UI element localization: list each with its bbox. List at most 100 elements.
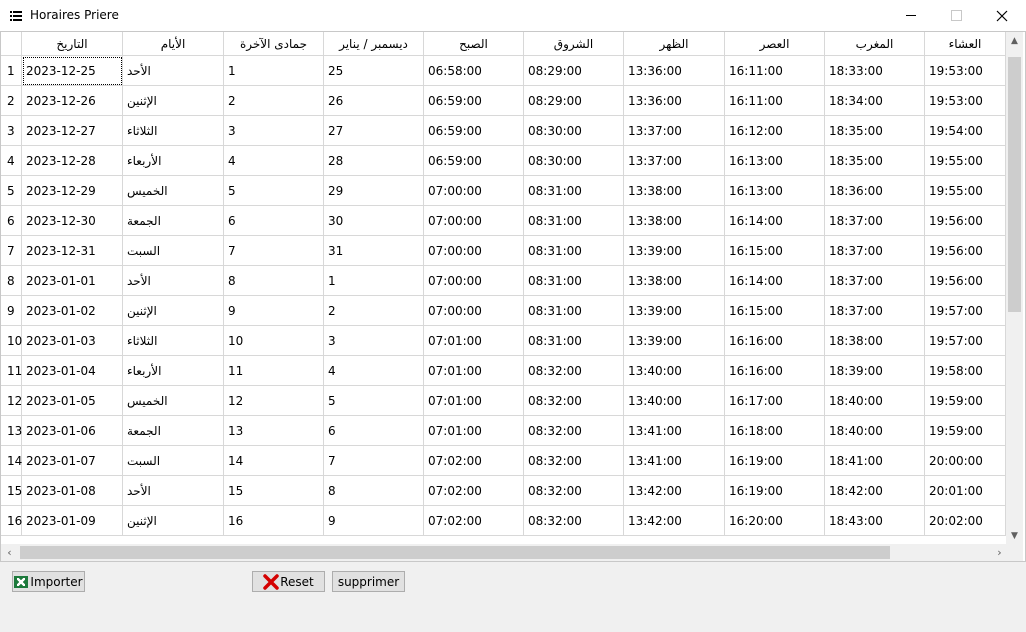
table-row[interactable]: 15 2023-01-08 الأحد 15 8 07:02:00 08:32:00 13:4…	[1, 476, 1006, 506]
table-cell[interactable]: 19:59:00	[925, 386, 1006, 416]
column-header[interactable]: الصبح	[424, 32, 524, 56]
table-cell[interactable]: 07:01:00	[424, 326, 524, 356]
table-row[interactable]: 13 2023-01-06 الجمعة 13 6 07:01:00 08:32:00 13:…	[1, 416, 1006, 446]
table-cell[interactable]: 19:56:00	[925, 266, 1006, 296]
table-cell[interactable]: 08:32:00	[524, 416, 624, 446]
column-header[interactable]: الأيام	[123, 32, 224, 56]
table-cell[interactable]: الأحد	[123, 56, 224, 86]
table-cell[interactable]: 18:40:00	[825, 386, 925, 416]
scroll-down-icon[interactable]: ▼	[1006, 527, 1023, 544]
table-row[interactable]: 4 2023-12-28 الأربعاء 4 28 06:59:00 08:30:00 13…	[1, 146, 1006, 176]
table-cell[interactable]: 2023-01-05	[22, 386, 123, 416]
table-cell[interactable]: 7	[324, 446, 424, 476]
horizontal-scroll-thumb[interactable]	[20, 546, 890, 559]
table-cell[interactable]: 08:32:00	[524, 446, 624, 476]
table-cell[interactable]: 29	[324, 176, 424, 206]
table-cell[interactable]: 2	[224, 86, 324, 116]
column-header[interactable]: الشروق	[524, 32, 624, 56]
table-cell[interactable]: 2023-01-01	[22, 266, 123, 296]
table-cell[interactable]: 06:59:00	[424, 116, 524, 146]
prayer-times-table[interactable]: التاريخ الأيام جمادى الآخرة ديسمبر / يناير ا…	[0, 31, 1026, 562]
table-cell[interactable]: 2023-01-04	[22, 356, 123, 386]
table-cell[interactable]: 08:31:00	[524, 176, 624, 206]
table-cell[interactable]: 13	[224, 416, 324, 446]
table-cell[interactable]: 07:00:00	[424, 236, 524, 266]
table-cell[interactable]: 16:13:00	[725, 176, 825, 206]
table-cell[interactable]: 2023-12-28	[22, 146, 123, 176]
table-cell[interactable]: 2023-12-26	[22, 86, 123, 116]
column-header[interactable]: العصر	[725, 32, 825, 56]
table-cell[interactable]: 07:02:00	[424, 446, 524, 476]
row-number[interactable]: 2	[1, 86, 22, 116]
table-cell[interactable]: 16:17:00	[725, 386, 825, 416]
table-cell[interactable]: 2023-12-25	[22, 56, 123, 86]
column-header[interactable]: التاريخ	[22, 32, 123, 56]
table-cell[interactable]: 08:30:00	[524, 116, 624, 146]
table-row[interactable]: 6 2023-12-30 الجمعة 6 30 07:00:00 08:31:00 13:3…	[1, 206, 1006, 236]
table-cell[interactable]: 19:53:00	[925, 56, 1006, 86]
table-cell[interactable]: 07:02:00	[424, 506, 524, 536]
table-cell[interactable]: 13:41:00	[624, 416, 725, 446]
table-cell[interactable]: الخميس	[123, 386, 224, 416]
table-cell[interactable]: الجمعة	[123, 416, 224, 446]
table-cell[interactable]: 15	[224, 476, 324, 506]
table-cell[interactable]: 31	[324, 236, 424, 266]
table-row[interactable]: 11 2023-01-04 الأربعاء 11 4 07:01:00 08:32:00 1…	[1, 356, 1006, 386]
table-cell[interactable]: 13:42:00	[624, 506, 725, 536]
table-cell[interactable]: 18:39:00	[825, 356, 925, 386]
table-cell[interactable]: 16:15:00	[725, 236, 825, 266]
close-button[interactable]	[979, 0, 1025, 31]
table-cell[interactable]: 2023-12-29	[22, 176, 123, 206]
table-cell[interactable]: 16:16:00	[725, 326, 825, 356]
table-cell[interactable]: 2023-01-07	[22, 446, 123, 476]
table-cell[interactable]: 16:12:00	[725, 116, 825, 146]
table-cell[interactable]: الأحد	[123, 266, 224, 296]
table-cell[interactable]: 2023-12-27	[22, 116, 123, 146]
table-cell[interactable]: 18:33:00	[825, 56, 925, 86]
table-cell[interactable]: 6	[324, 416, 424, 446]
table-cell[interactable]: 19:58:00	[925, 356, 1006, 386]
table-cell[interactable]: 14	[224, 446, 324, 476]
table-cell[interactable]: 16:19:00	[725, 476, 825, 506]
table-cell[interactable]: 08:31:00	[524, 236, 624, 266]
row-number[interactable]: 1	[1, 56, 22, 86]
table-cell[interactable]: 19:56:00	[925, 206, 1006, 236]
table-cell[interactable]: 07:00:00	[424, 296, 524, 326]
table-cell[interactable]: 07:02:00	[424, 476, 524, 506]
table-cell[interactable]: 19:53:00	[925, 86, 1006, 116]
table-cell[interactable]: 6	[224, 206, 324, 236]
table-cell[interactable]: السبت	[123, 446, 224, 476]
table-cell[interactable]: 2023-12-31	[22, 236, 123, 266]
table-cell[interactable]: 30	[324, 206, 424, 236]
table-cell[interactable]: 18:43:00	[825, 506, 925, 536]
reset-button[interactable]: Reset	[252, 571, 325, 592]
table-cell[interactable]: 08:29:00	[524, 86, 624, 116]
table-cell[interactable]: 06:59:00	[424, 86, 524, 116]
row-number[interactable]: 5	[1, 176, 22, 206]
table-cell[interactable]: الأربعاء	[123, 356, 224, 386]
table-cell[interactable]: 5	[224, 176, 324, 206]
table-cell[interactable]: 13:39:00	[624, 236, 725, 266]
table-cell[interactable]: الإثنين	[123, 506, 224, 536]
table-cell[interactable]: 07:00:00	[424, 206, 524, 236]
table-cell[interactable]: 12	[224, 386, 324, 416]
scroll-left-icon[interactable]: ‹	[1, 544, 18, 561]
table-cell[interactable]: 27	[324, 116, 424, 146]
table-cell[interactable]: 2023-12-30	[22, 206, 123, 236]
table-row[interactable]: 16 2023-01-09 الإثنين 16 9 07:02:00 08:32:00 13…	[1, 506, 1006, 536]
table-cell[interactable]: 25	[324, 56, 424, 86]
table-cell[interactable]: 3	[324, 326, 424, 356]
row-number[interactable]: 12	[1, 386, 22, 416]
table-cell[interactable]: الأربعاء	[123, 146, 224, 176]
table-cell[interactable]: 16:13:00	[725, 146, 825, 176]
table-cell[interactable]: 13:39:00	[624, 326, 725, 356]
scroll-up-icon[interactable]: ▲	[1006, 32, 1023, 49]
table-cell[interactable]: 16:11:00	[725, 86, 825, 116]
table-cell[interactable]: 16:11:00	[725, 56, 825, 86]
table-cell[interactable]: الثلاثاء	[123, 116, 224, 146]
row-number[interactable]: 3	[1, 116, 22, 146]
table-cell[interactable]: 13:38:00	[624, 266, 725, 296]
table-cell[interactable]: 19:56:00	[925, 236, 1006, 266]
table-cell[interactable]: 18:34:00	[825, 86, 925, 116]
table-cell[interactable]: 20:01:00	[925, 476, 1006, 506]
